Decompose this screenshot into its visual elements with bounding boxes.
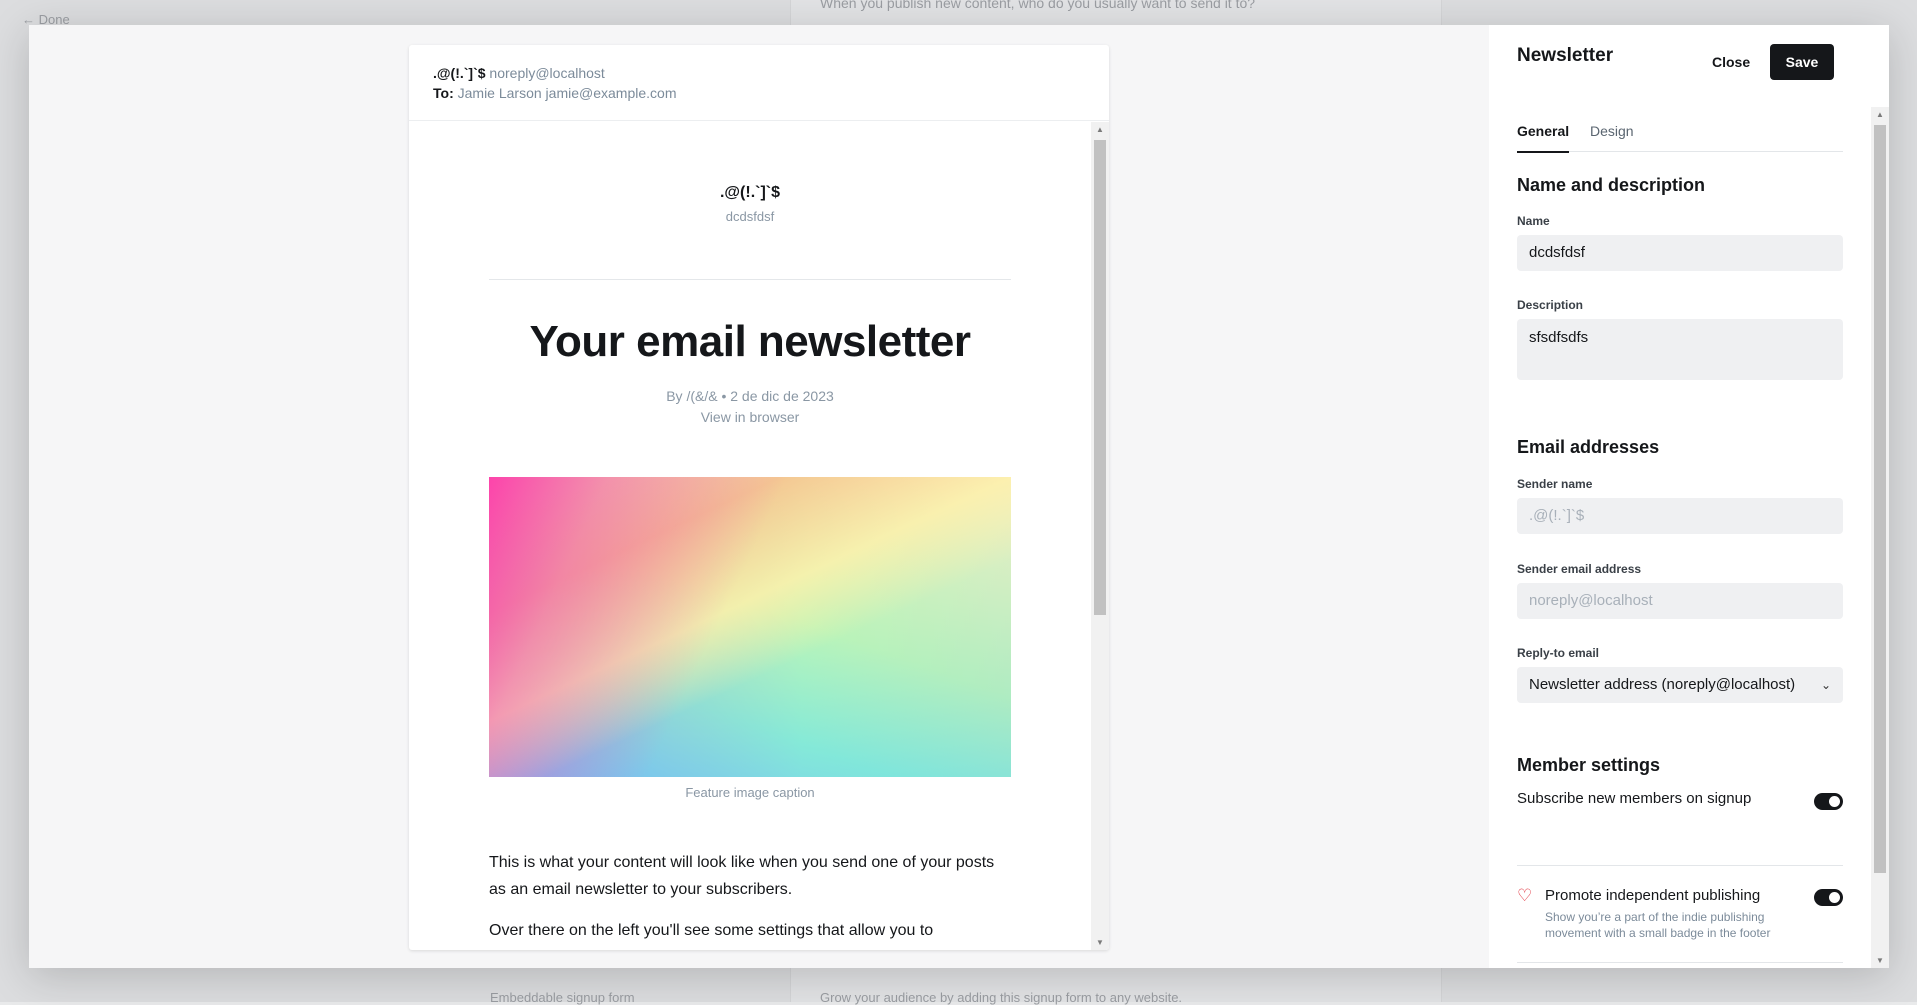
from-email: noreply@localhost (489, 65, 605, 81)
publication-title: .@(!.`]`$ (719, 184, 781, 201)
description-textarea[interactable]: sfsdfsdfs (1517, 319, 1843, 380)
panel-scrollbar[interactable]: ▲ ▼ (1871, 107, 1889, 968)
promote-description: Show you’re a part of the indie publishi… (1545, 910, 1771, 940)
byline: By /(&/& • 2 de dic de 2023 (666, 388, 834, 404)
promote-label: Promote independent publishing (1545, 887, 1761, 904)
email-headline: Your email newsletter (529, 317, 971, 366)
body-paragraph: Over there on the left you'll see some s… (489, 922, 934, 939)
panel-title: Newsletter (1517, 45, 1614, 66)
settings-panel: Newsletter Close Save General Design Nam… (1489, 25, 1889, 968)
email-section-title: Email addresses (1517, 437, 1660, 457)
feature-image-caption: Feature image caption (685, 785, 815, 800)
tab-general[interactable]: General (1517, 123, 1570, 153)
member-section-title: Member settings (1517, 755, 1661, 775)
background-footer-text: Grow your audience by adding this signup… (820, 990, 1183, 1005)
sender-email-input[interactable]: noreply@localhost (1517, 583, 1843, 619)
feature-image (489, 477, 1011, 777)
publication-subtitle: dcdsfdsf (725, 209, 775, 224)
sender-email-label: Sender email address (1517, 562, 1642, 576)
reply-to-select[interactable]: Newsletter address (noreply@localhost) ⌄ (1517, 667, 1843, 703)
email-body: .@(!.`]`$ dcdsfdsf Your email newsletter… (409, 122, 1091, 950)
panel-scrollbar-thumb[interactable] (1874, 125, 1886, 873)
view-in-browser-link[interactable]: View in browser (409, 409, 1091, 425)
reply-to-label: Reply-to email (1517, 646, 1600, 660)
from-name: .@(!.`]`$ (433, 65, 486, 81)
name-label: Name (1517, 214, 1550, 228)
to-label: To: (433, 85, 454, 101)
sender-name-label: Sender name (1517, 477, 1593, 491)
sender-name-input[interactable]: .@(!.`]`$ (1517, 498, 1843, 534)
description-label: Description (1517, 298, 1584, 312)
email-preview: .@(!.`]`$ noreply@localhost To: Jamie La… (409, 45, 1109, 950)
to-value: Jamie Larson jamie@example.com (457, 85, 677, 101)
promote-toggle[interactable] (1814, 889, 1843, 906)
name-input[interactable]: dcdsfdsf (1517, 235, 1843, 271)
heart-icon: ♡ (1517, 886, 1533, 905)
name-section-title: Name and description (1517, 175, 1706, 195)
section-divider (1517, 962, 1843, 963)
newsletter-modal: .@(!.`]`$ noreply@localhost To: Jamie La… (29, 25, 1889, 968)
scroll-down-icon[interactable]: ▼ (1876, 956, 1884, 965)
tab-design[interactable]: Design (1590, 123, 1634, 151)
close-button[interactable]: Close (1702, 44, 1760, 80)
save-button[interactable]: Save (1770, 44, 1834, 80)
toggle-knob (1829, 892, 1840, 903)
section-divider (1517, 865, 1843, 866)
chevron-down-icon: ⌄ (1820, 678, 1831, 692)
toggle-knob (1829, 796, 1840, 807)
subscribe-toggle[interactable] (1814, 793, 1843, 810)
email-header: .@(!.`]`$ noreply@localhost To: Jamie La… (409, 45, 1109, 121)
body-paragraph: This is what your content will look like… (489, 854, 995, 898)
embed-signup-label: Embeddable signup form (490, 990, 635, 1005)
scroll-up-icon[interactable]: ▲ (1876, 110, 1884, 119)
background-question: When you publish new content, who do you… (820, 0, 1256, 11)
scroll-up-icon[interactable]: ▲ (1096, 125, 1104, 134)
panel-tabs: General Design (1517, 123, 1843, 153)
scroll-down-icon[interactable]: ▼ (1096, 938, 1104, 947)
email-scrollbar-thumb[interactable] (1094, 140, 1106, 615)
reply-to-value: Newsletter address (noreply@localhost) (1529, 676, 1796, 693)
email-scrollbar[interactable]: ▲ ▼ (1091, 122, 1109, 950)
header-divider (489, 279, 1011, 280)
subscribe-label: Subscribe new members on signup (1517, 790, 1752, 807)
